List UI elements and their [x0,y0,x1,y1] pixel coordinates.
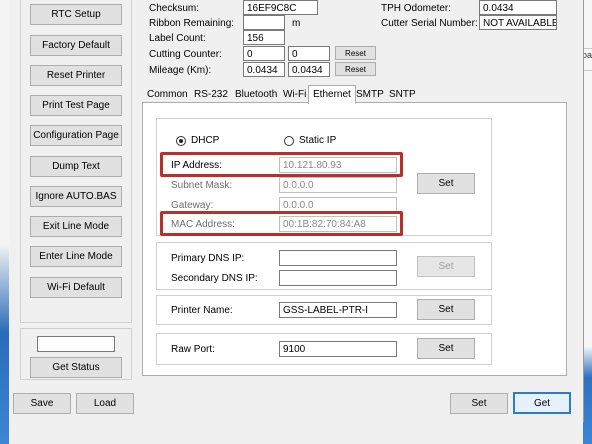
cutter-serial-label: Cutter Serial Number: [381,18,478,29]
exit-line-mode-button[interactable]: Exit Line Mode [30,216,122,237]
reset-printer-button[interactable]: Reset Printer [30,65,122,86]
cutting-reset-button[interactable]: Reset [335,46,376,60]
static-ip-radio[interactable] [284,136,294,146]
primary-dns-field[interactable] [279,250,397,266]
tab-rs232[interactable]: RS-232 [190,87,232,102]
cutting-counter-field-2[interactable]: 0 [288,46,330,61]
tab-ethernet[interactable]: Ethernet [308,85,356,104]
secondary-dns-label: Secondary DNS IP: [171,273,258,284]
mileage-reset-button[interactable]: Reset [335,62,376,76]
tph-odometer-label: TPH Odometer: [381,3,452,14]
dump-text-button[interactable]: Dump Text [30,156,122,177]
ribbon-remaining-label: Ribbon Remaining: [149,18,235,29]
mileage-label: Mileage (Km): [149,65,212,76]
raw-port-field[interactable]: 9100 [279,341,397,357]
ribbon-unit: m [292,18,301,29]
checksum-field[interactable]: 16EF9C8C [243,0,318,15]
raw-port-label: Raw Port: [171,344,215,355]
dns-set-button[interactable]: Set [417,256,475,277]
checksum-label: Checksum: [149,3,200,14]
label-count-field[interactable]: 156 [243,30,285,45]
printer-name-field[interactable]: GSS-LABEL-PTR-I [279,302,397,318]
subnet-mask-label: Subnet Mask: [171,180,233,191]
tab-bluetooth[interactable]: Bluetooth [231,87,281,102]
primary-dns-label: Primary DNS IP: [171,253,245,264]
ribbon-remaining-field[interactable] [243,15,285,30]
dhcp-label: DHCP [191,135,220,146]
save-button[interactable]: Save [13,393,71,414]
get-button[interactable]: Get [513,392,571,414]
tab-common[interactable]: Common [143,87,192,102]
print-test-page-button[interactable]: Print Test Page [30,95,122,116]
mileage-field-2[interactable]: 0.0434 [288,62,330,77]
wifi-default-button[interactable]: Wi-Fi Default [30,277,122,298]
gateway-label: Gateway: [171,200,214,211]
tab-wifi[interactable]: Wi-Fi [279,87,310,102]
load-button[interactable]: Load [76,393,134,414]
tph-odometer-field[interactable]: 0.0434 [479,0,557,15]
raw-port-set-button[interactable]: Set [417,338,475,359]
ip-address-highlight [160,152,403,177]
cutter-serial-field[interactable]: NOT AVAILABLE [479,15,557,30]
enter-line-mode-button[interactable]: Enter Line Mode [30,246,122,267]
printer-name-set-button[interactable]: Set [417,299,475,320]
configuration-page-button[interactable]: Configuration Page [30,125,122,146]
cutting-counter-field-1[interactable]: 0 [243,46,285,61]
factory-default-button[interactable]: Factory Default [30,35,122,56]
static-ip-label: Static IP [299,135,337,146]
status-input[interactable] [37,336,115,352]
subnet-mask-field[interactable]: 0.0.0.0 [279,177,397,193]
printer-tool-window: RTC Setup Factory Default Reset Printer … [9,0,584,422]
set-button[interactable]: Set [450,393,508,414]
window-bottom-edge [9,422,583,444]
rtc-setup-button[interactable]: RTC Setup [30,4,122,25]
ignore-autobas-button[interactable]: Ignore AUTO.BAS [30,186,122,207]
label-count-label: Label Count: [149,33,206,44]
dhcp-radio[interactable] [176,136,186,146]
mac-address-highlight [160,211,403,236]
get-status-button[interactable]: Get Status [30,357,122,378]
secondary-dns-field[interactable] [279,270,397,286]
printer-name-label: Printer Name: [171,305,233,316]
mileage-field-1[interactable]: 0.0434 [243,62,285,77]
tab-smtp[interactable]: SMTP [352,87,388,102]
cutting-counter-label: Cutting Counter: [149,49,222,60]
tab-sntp[interactable]: SNTP [385,87,420,102]
network-set-button[interactable]: Set [417,173,475,194]
